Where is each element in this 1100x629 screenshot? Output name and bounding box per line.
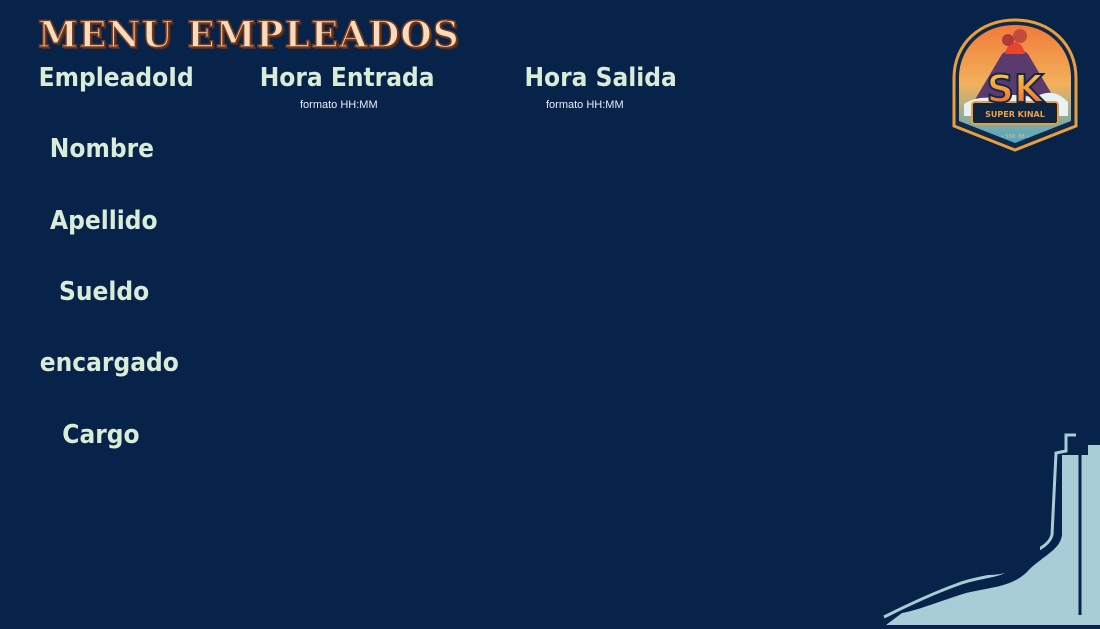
label-empleado-id: EmpleadoId	[38, 63, 194, 93]
logo-initials: SK	[987, 67, 1045, 111]
label-nombre: Nombre	[49, 134, 154, 164]
label-hora-entrada: Hora Entrada	[259, 63, 435, 93]
label-cargo: Cargo	[62, 420, 140, 450]
label-apellido: Apellido	[49, 206, 158, 236]
hint-hora-salida: formato HH:MM	[546, 99, 624, 111]
corner-wave-decoration	[880, 425, 1100, 625]
label-encargado: encargado	[39, 348, 179, 378]
logo-name: SUPER KINAL	[985, 110, 1045, 119]
label-hora-salida: Hora Salida	[524, 63, 677, 93]
hint-hora-entrada: formato HH:MM	[300, 99, 378, 111]
label-sueldo: Sueldo	[59, 277, 150, 307]
super-kinal-logo: SUPER KINAL SK • SSK: 88 •	[950, 16, 1080, 156]
logo-tagline: • SSK: 88 •	[1001, 134, 1029, 140]
page-title: MENU EMPLEADOS	[37, 13, 460, 57]
